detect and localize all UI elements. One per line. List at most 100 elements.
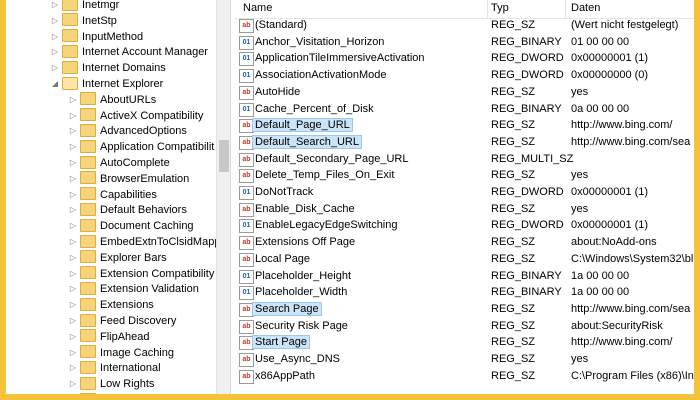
tree-node[interactable]: ◢ Internet Explorer — [50, 76, 163, 92]
expand-arrow-icon[interactable]: ▷ — [68, 155, 78, 171]
expand-arrow-icon[interactable]: ▷ — [68, 376, 78, 392]
registry-value-row[interactable]: ab Local Page REG_SZ C:\Windows\System32\bl — [235, 251, 694, 268]
expand-arrow-icon[interactable]: ▷ — [68, 297, 78, 313]
expand-arrow-icon[interactable]: ▷ — [68, 313, 78, 329]
registry-value-row[interactable]: 01 AssociationActivationMode REG_DWORD 0x00… — [235, 67, 694, 84]
expand-arrow-icon[interactable]: ▷ — [50, 44, 60, 60]
tree-node[interactable]: ▷ FlipAhead — [68, 329, 150, 345]
tree-scrollbar-thumb[interactable] — [219, 140, 229, 172]
registry-value-row[interactable]: ab Default_Page_URL REG_SZ http://www.bing.… — [235, 117, 694, 134]
tree-node[interactable]: ▷ InetStp — [50, 13, 117, 29]
tree-node[interactable]: ▷Main — [68, 392, 124, 394]
tree-node[interactable]: ▷ Feed Discovery — [68, 313, 176, 329]
registry-value-row[interactable]: ab x86AppPath REG_SZ C:\Program Files (x86)… — [235, 368, 694, 385]
tree-node[interactable]: ▷ ActiveX Compatibility — [68, 108, 203, 124]
value-type: REG_SZ — [491, 135, 536, 148]
registry-value-row[interactable]: ab Security Risk Page REG_SZ about:Security… — [235, 318, 694, 335]
tree-node-label: Document Caching — [100, 220, 194, 233]
expand-arrow-icon[interactable]: ▷ — [68, 266, 78, 282]
tree-node[interactable]: ▷ Explorer Bars — [68, 250, 167, 266]
registry-value-row[interactable]: ab Search Page REG_SZ http://www.bing.com/s… — [235, 301, 694, 318]
registry-value-row[interactable]: ab AutoHide REG_SZ yes — [235, 84, 694, 101]
expand-arrow-icon[interactable]: ▷ — [50, 13, 60, 29]
expand-arrow-icon[interactable]: ▷ — [68, 234, 78, 250]
value-name: EnableLegacyEdgeSwitching — [255, 219, 398, 232]
tree-scrollbar[interactable] — [216, 0, 231, 394]
value-data: http://www.bing.com/sea — [571, 302, 691, 315]
expand-arrow-icon[interactable]: ▷ — [68, 187, 78, 203]
expand-arrow-icon[interactable]: ▷ — [50, 0, 60, 13]
registry-value-row[interactable]: 01 Placeholder_Width REG_BINARY 1a 00 00 00 — [235, 284, 694, 301]
tree-node[interactable]: ▷ Image Caching — [68, 345, 174, 361]
registry-value-row[interactable]: 01 ApplicationTileImmersiveActivation REG_… — [235, 50, 694, 67]
tree-node-label: Feed Discovery — [100, 315, 177, 327]
registry-value-row[interactable]: 01 Cache_Percent_of_Disk REG_BINARY 0a 00 0… — [235, 101, 694, 118]
expand-arrow-icon[interactable]: ▷ — [68, 139, 78, 155]
string-value-icon: ab — [239, 202, 254, 217]
registry-key-tree[interactable]: ▷ Inetmgr ▷ InetStp ▷ InputMethod ▷ Internet Ac… — [6, 0, 220, 394]
expand-arrow-icon[interactable]: ▷ — [68, 123, 78, 139]
registry-value-row[interactable]: ab Default_Search_URL REG_SZ http://www.bin… — [235, 134, 694, 151]
tree-node[interactable]: ▷ Extension Validation — [68, 281, 199, 297]
tree-node[interactable]: ▷ EmbedExtnToClsidMapp — [68, 234, 220, 250]
registry-value-row[interactable]: 01 Anchor_Visitation_Horizon REG_BINARY 01 … — [235, 34, 694, 51]
folder-icon — [80, 202, 96, 216]
registry-value-row[interactable]: ab Enable_Disk_Cache REG_SZ yes — [235, 201, 694, 218]
tree-node[interactable]: ▷ Capabilities — [68, 187, 157, 203]
tree-node[interactable]: ▷ Document Caching — [68, 218, 194, 234]
registry-value-row[interactable]: 01 DoNotTrack REG_DWORD 0x00000001 (1) — [235, 184, 694, 201]
tree-node[interactable]: ▷ Inetmgr — [50, 0, 119, 13]
value-type: REG_SZ — [491, 85, 536, 98]
tree-node[interactable]: ▷ Extensions — [68, 297, 154, 313]
tree-node[interactable]: ▷ Extension Compatibility — [68, 266, 214, 282]
expand-arrow-icon[interactable]: ▷ — [68, 202, 78, 218]
column-header-name[interactable]: Name — [243, 2, 272, 14]
value-name: Placeholder_Width — [255, 286, 348, 299]
tree-node[interactable]: ▷ Low Rights — [68, 376, 154, 392]
tree-node[interactable]: ▷ InputMethod — [50, 29, 143, 45]
expand-arrow-icon[interactable]: ▷ — [68, 108, 78, 124]
value-type: REG_SZ — [491, 319, 536, 332]
binary-value-icon: 01 — [239, 219, 254, 234]
value-data: (Wert nicht festgelegt) — [571, 19, 679, 31]
tree-node[interactable]: ▷ AboutURLs — [68, 92, 156, 108]
registry-value-row[interactable]: ab Start Page REG_SZ http://www.bing.com/ — [235, 334, 694, 351]
expand-arrow-icon[interactable]: ▷ — [68, 281, 78, 297]
tree-node[interactable]: ▷ Application Compatibilit — [68, 139, 214, 155]
value-data: 01 00 00 00 — [571, 35, 630, 48]
tree-node[interactable]: ▷ Internet Domains — [50, 60, 166, 76]
tree-node[interactable]: ▷ AdvancedOptions — [68, 123, 187, 139]
registry-value-row[interactable]: ab Default_Secondary_Page_URL REG_MULTI_SZ — [235, 151, 694, 168]
registry-value-row[interactable]: 01 Placeholder_Height REG_BINARY 1a 00 00 0… — [235, 268, 694, 285]
expand-arrow-icon[interactable]: ▷ — [50, 29, 60, 45]
tree-node[interactable]: ▷ Internet Account Manager — [50, 44, 208, 60]
column-divider[interactable] — [565, 0, 566, 18]
tree-node[interactable]: ▷ Default Behaviors — [68, 202, 187, 218]
registry-value-row[interactable]: 01 EnableLegacyEdgeSwitching REG_DWORD 0x00… — [235, 217, 694, 234]
column-divider[interactable] — [487, 0, 488, 18]
registry-value-row[interactable]: ab (Standard) REG_SZ (Wert nicht festgelegt… — [235, 17, 694, 34]
expand-arrow-icon[interactable]: ▷ — [50, 60, 60, 76]
tree-node[interactable]: ▷ AutoComplete — [68, 155, 170, 171]
value-name-cell: (Standard) — [255, 17, 307, 33]
registry-value-row[interactable]: ab Delete_Temp_Files_On_Exit REG_SZ yes — [235, 167, 694, 184]
column-header-type[interactable]: Typ — [491, 2, 509, 14]
expand-arrow-icon[interactable]: ▷ — [68, 360, 78, 376]
value-name: Anchor_Visitation_Horizon — [255, 35, 385, 48]
expand-arrow-icon[interactable]: ▷ — [68, 250, 78, 266]
tree-node[interactable]: ▷ BrowserEmulation — [68, 171, 189, 187]
expand-arrow-icon[interactable]: ▷ — [68, 392, 78, 394]
expand-arrow-icon[interactable]: ▷ — [68, 171, 78, 187]
expand-arrow-icon[interactable]: ▷ — [68, 345, 78, 361]
tree-node[interactable]: ▷ International — [68, 360, 161, 376]
value-name-cell: Placeholder_Height — [255, 268, 351, 284]
expand-arrow-icon[interactable]: ▷ — [68, 92, 78, 108]
registry-values-list[interactable]: Name Typ Daten ab (Standard) REG_SZ (Wert n… — [235, 0, 694, 394]
expand-arrow-icon[interactable]: ▷ — [68, 218, 78, 234]
collapse-arrow-icon[interactable]: ◢ — [50, 76, 60, 92]
registry-value-row[interactable]: ab Extensions Off Page REG_SZ about:NoAdd-o… — [235, 234, 694, 251]
expand-arrow-icon[interactable]: ▷ — [68, 329, 78, 345]
value-data: yes — [571, 353, 589, 365]
column-header-data[interactable]: Daten — [571, 2, 600, 14]
registry-value-row[interactable]: ab Use_Async_DNS REG_SZ yes — [235, 351, 694, 368]
